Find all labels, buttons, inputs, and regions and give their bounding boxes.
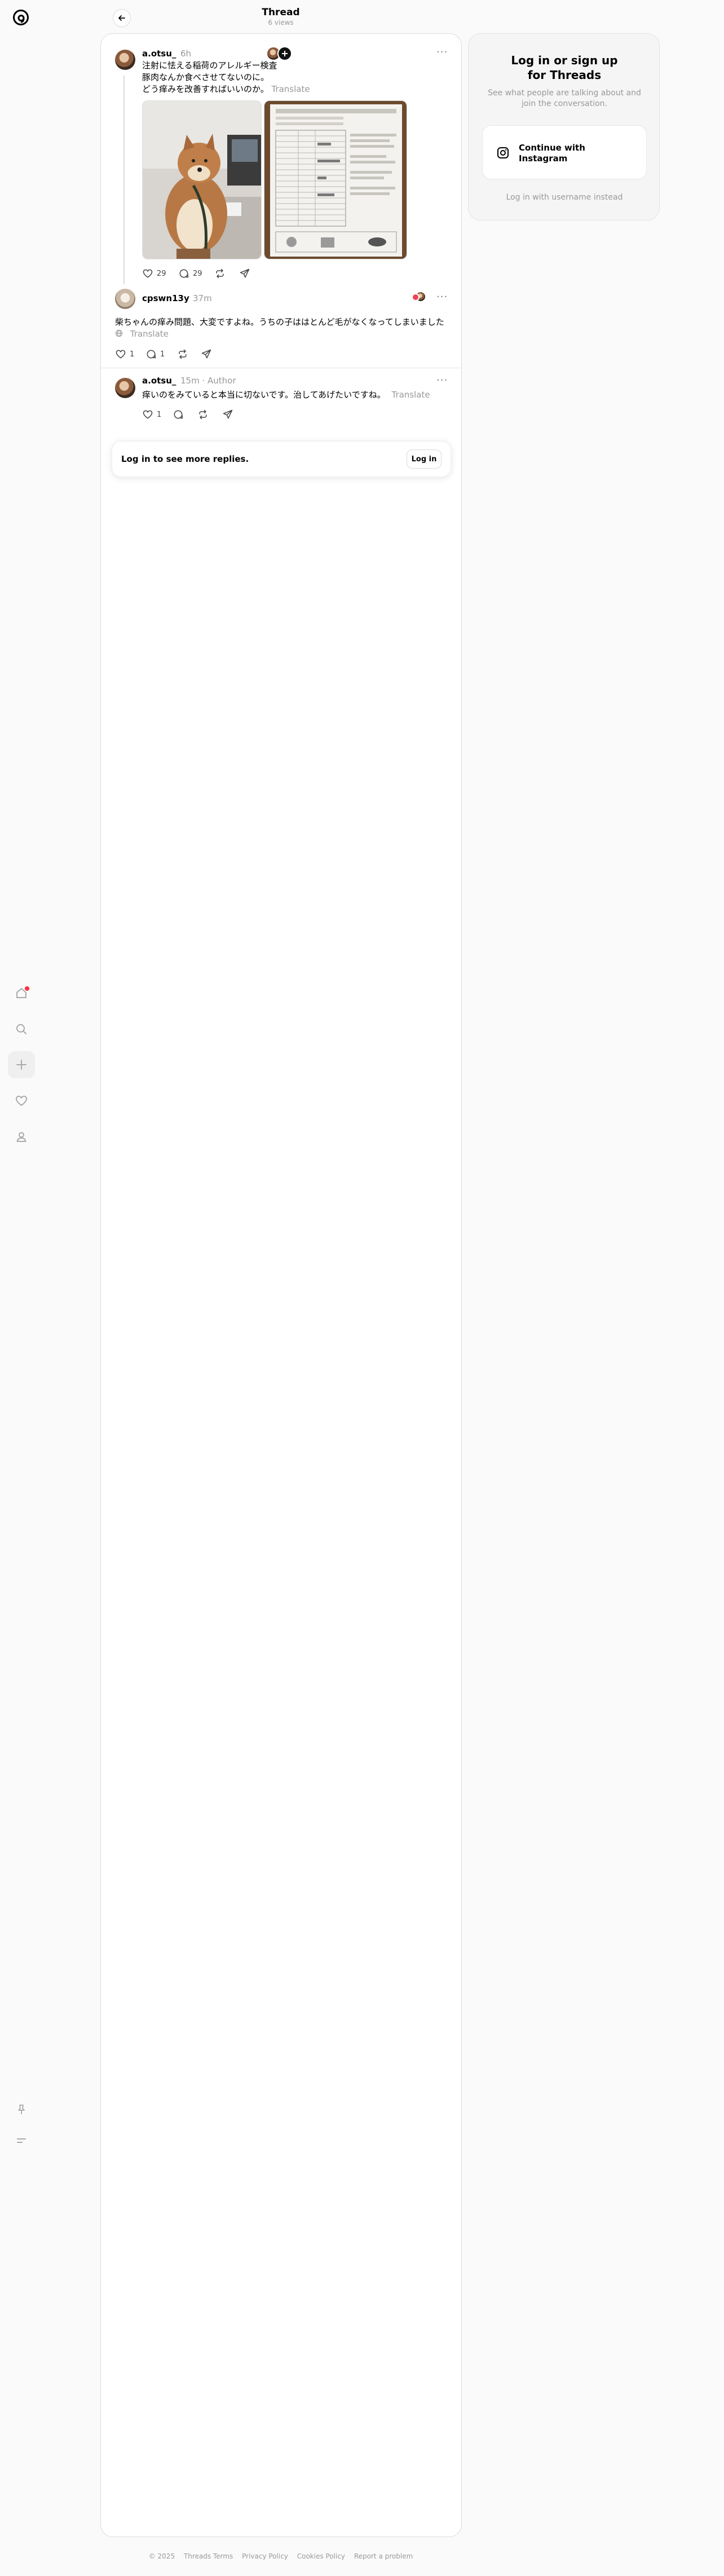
login-button[interactable]: Log in bbox=[407, 449, 442, 469]
profile-nav-button[interactable] bbox=[8, 1123, 35, 1150]
notification-dot bbox=[25, 986, 29, 991]
reply-username[interactable]: cpswn13y bbox=[142, 293, 189, 303]
comment-icon bbox=[174, 410, 183, 419]
continue-with-instagram-button[interactable]: Continue with Instagram bbox=[482, 125, 647, 179]
instagram-button-label: Continue with Instagram bbox=[519, 143, 585, 164]
like-count: 1 bbox=[130, 350, 135, 359]
footer-cookies-link[interactable]: Cookies Policy bbox=[297, 2552, 345, 2560]
login-prompt-text: Log in to see more replies. bbox=[121, 454, 249, 464]
plus-icon bbox=[282, 51, 288, 56]
activity-nav-button[interactable] bbox=[8, 1087, 35, 1114]
like-button[interactable]: 29 bbox=[142, 267, 166, 280]
reply-more-button[interactable]: ··· bbox=[436, 374, 448, 386]
like-count: 1 bbox=[157, 410, 162, 419]
view-count: 6 views bbox=[268, 19, 294, 27]
login-card: Log in or sign up for Threads See what p… bbox=[468, 33, 660, 220]
footer-terms-link[interactable]: Threads Terms bbox=[184, 2552, 233, 2560]
create-nav-button[interactable] bbox=[8, 1051, 35, 1078]
translate-link[interactable]: Translate bbox=[271, 84, 310, 94]
reply-time: 37m bbox=[193, 293, 212, 303]
share-button[interactable] bbox=[201, 348, 212, 360]
footer: © 2025 Threads Terms Privacy Policy Cook… bbox=[0, 2552, 562, 2560]
login-card-title-line2: for Threads bbox=[527, 68, 602, 82]
footer-copyright: © 2025 bbox=[148, 2552, 175, 2560]
reply-button[interactable]: 29 bbox=[178, 267, 202, 280]
login-card-title-line1: Log in or sign up bbox=[511, 54, 618, 67]
avatar[interactable] bbox=[115, 50, 135, 70]
instagram-label-line1: Continue with bbox=[519, 143, 585, 153]
reply-text: 柴ちゃんの痒み問題、大変ですよね。うちの子ははとんど毛がなくなってしまいました bbox=[115, 317, 444, 327]
plus-icon bbox=[16, 1060, 27, 1070]
repost-button[interactable] bbox=[197, 408, 209, 421]
like-button[interactable]: 1 bbox=[142, 408, 161, 421]
post-photo-document[interactable] bbox=[264, 100, 407, 259]
participant-avatar bbox=[412, 293, 420, 301]
reply-body: 痒いのをみていると本当に切ないです。治してあげたいですね。 Translate bbox=[142, 389, 458, 401]
login-with-username-link[interactable]: Log in with username instead bbox=[469, 193, 660, 202]
reply-count: 1 bbox=[160, 350, 165, 359]
reply-text: 痒いのをみていると本当に切ないです。治してあげたいですね。 bbox=[142, 390, 386, 400]
instagram-label-line2: Instagram bbox=[519, 153, 568, 164]
menu-nav-button[interactable] bbox=[8, 2127, 35, 2154]
thread-connector-line bbox=[123, 76, 125, 284]
post-line-1: 注射に怯える稲荷のアレルギー検査 bbox=[142, 60, 277, 70]
share-button[interactable] bbox=[222, 408, 233, 421]
user-icon bbox=[16, 1132, 27, 1142]
reply-more-button[interactable]: ··· bbox=[436, 291, 448, 303]
page-title: Thread bbox=[262, 7, 300, 18]
heart-icon bbox=[143, 410, 153, 419]
home-nav-button[interactable] bbox=[8, 980, 35, 1007]
author-badge: Author bbox=[208, 376, 236, 386]
post-username[interactable]: a.otsu_ bbox=[142, 48, 176, 59]
like-count: 29 bbox=[157, 269, 166, 278]
translate-link[interactable]: Translate bbox=[130, 329, 169, 339]
comment-icon bbox=[179, 269, 189, 278]
login-card-description: See what people are talking about and jo… bbox=[488, 89, 641, 108]
translate-link[interactable]: Translate bbox=[391, 390, 430, 400]
login-prompt-bar: Log in to see more replies. Log in bbox=[112, 441, 451, 477]
comment-icon bbox=[147, 350, 156, 359]
repost-icon bbox=[199, 409, 207, 420]
heart-icon bbox=[15, 1095, 28, 1106]
reply-time-author: 15m · Author bbox=[180, 376, 236, 386]
heart-icon bbox=[116, 350, 126, 359]
repost-icon bbox=[216, 268, 224, 279]
post-more-button[interactable]: ··· bbox=[436, 46, 448, 58]
footer-privacy-link[interactable]: Privacy Policy bbox=[242, 2552, 288, 2560]
search-icon bbox=[16, 1024, 27, 1034]
post-line-2: 豚肉なんか食べさせてないのに。 bbox=[142, 72, 270, 82]
post-line-3-row: どう痒みを改善すればいいのか。 Translate bbox=[142, 83, 447, 95]
send-icon bbox=[223, 409, 233, 419]
post-photo-dog[interactable] bbox=[142, 100, 262, 259]
translate-row: Translate bbox=[115, 328, 169, 340]
menu-icon bbox=[17, 2138, 26, 2143]
avatar[interactable] bbox=[115, 289, 135, 309]
participant-avatar-more bbox=[277, 46, 292, 61]
footer-report-link[interactable]: Report a problem bbox=[354, 2552, 413, 2560]
reply-button[interactable]: 1 bbox=[145, 348, 165, 360]
reply-time: 15m bbox=[180, 376, 200, 386]
instagram-icon bbox=[497, 147, 509, 158]
heart-icon bbox=[143, 269, 153, 278]
send-icon bbox=[201, 349, 211, 359]
repost-button[interactable] bbox=[177, 348, 188, 360]
repost-icon bbox=[179, 349, 187, 359]
send-icon bbox=[240, 268, 250, 278]
pin-nav-button[interactable] bbox=[8, 2096, 35, 2123]
like-button[interactable]: 1 bbox=[115, 348, 134, 360]
avatar[interactable] bbox=[115, 378, 135, 398]
search-nav-button[interactable] bbox=[8, 1016, 35, 1043]
reply-count: 29 bbox=[193, 269, 202, 278]
pin-icon bbox=[18, 2105, 25, 2114]
repost-button[interactable] bbox=[214, 267, 226, 280]
post-time: 6h bbox=[180, 48, 192, 59]
globe-icon bbox=[115, 329, 123, 337]
reply-button[interactable] bbox=[173, 408, 184, 421]
reply-username[interactable]: a.otsu_ bbox=[142, 376, 176, 386]
post-line-3: どう痒みを改善すればいいのか。 bbox=[142, 84, 269, 94]
login-card-title: Log in or sign up for Threads bbox=[469, 53, 660, 82]
share-button[interactable] bbox=[239, 267, 250, 280]
post-body: 注射に怯える稲荷のアレルギー検査 豚肉なんか食べさせてないのに。 どう痒みを改善… bbox=[142, 60, 447, 95]
